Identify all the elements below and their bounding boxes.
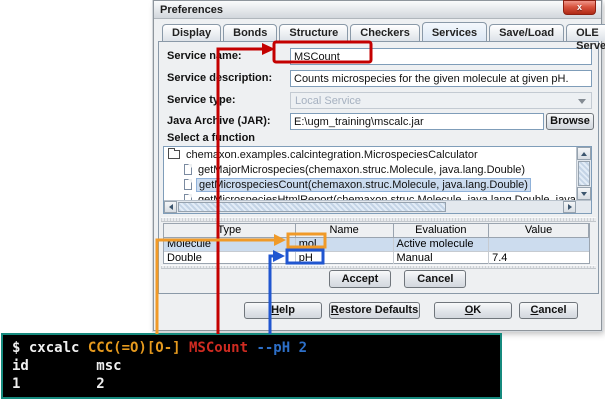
service-type-value: Local Service [295,95,361,107]
vertical-scrollbar[interactable] [576,147,591,200]
tab-bonds[interactable]: Bonds [223,24,277,41]
tree-item-getmicrospecieshtmlreport[interactable]: getMicrospeciesHtmlReport(chemaxon.struc… [164,192,576,200]
scroll-down-button[interactable] [577,187,591,200]
table-resize-grip[interactable] [161,265,596,269]
smiles-argument: CCC(=O)[O-] [88,340,181,356]
footer-cancel-button[interactable]: Cancel [519,302,578,319]
params-table-header: Type Name Evaluation Value [164,224,589,238]
scroll-down-icon [581,192,587,196]
table-row-double[interactable]: Double pH Manual 7.4 [164,251,589,264]
tab-checkers[interactable]: Checkers [350,24,420,41]
footer-button-row: Help Restore Defaults OK Cancel [154,302,601,320]
ph-name-cell: pH [296,252,394,264]
tree-item-getmajormicrospecies[interactable]: getMajorMicrospecies(chemaxon.struc.Mole… [164,162,576,177]
scroll-right-icon [568,204,572,210]
col-header-type[interactable]: Type [164,224,296,237]
close-icon: x [577,2,582,12]
service-description-label: Service description: [163,72,290,84]
tree-item-getmicrospeciescount[interactable]: getMicrospeciesCount(chemaxon.struc.Mole… [164,177,576,192]
browse-button[interactable]: Browse [546,113,594,130]
accept-row: Accept Cancel [178,270,605,289]
service-name-input[interactable]: MSCount [290,48,592,65]
service-type-label: Service type: [163,94,290,106]
function-list-viewport: chemaxon.examples.calcintegration.Micros… [164,147,576,200]
cancel-button[interactable]: Cancel [404,270,466,288]
ok-button[interactable]: OK [434,302,512,319]
scroll-left-icon [169,204,173,210]
jar-path-input[interactable]: E:\ugm_training\mscalc.jar [290,113,544,130]
col-header-name[interactable]: Name [296,224,394,237]
folder-icon [168,150,180,159]
services-tab-panel: Service name: MSCount Service descriptio… [158,41,599,294]
tab-display[interactable]: Display [162,24,221,41]
select-function-label: Select a function [167,132,255,144]
preferences-dialog: Preferences x Display Bonds Structure Ch… [153,0,602,331]
table-row-molecule[interactable]: Molecule mol Active molecule [164,238,589,251]
tree-item-root[interactable]: chemaxon.examples.calcintegration.Micros… [164,147,576,162]
tab-oleserver[interactable]: OLE Server [566,24,605,41]
dialog-titlebar[interactable]: Preferences x [154,1,601,19]
terminal-output-result: 1 2 [12,375,491,393]
tab-structure[interactable]: Structure [279,24,348,41]
horizontal-scrollbar[interactable] [164,200,591,213]
chevron-down-icon [578,99,586,104]
horizontal-scroll-thumb[interactable] [178,202,446,212]
params-table: Type Name Evaluation Value Molecule mol … [163,223,590,264]
terminal-window[interactable]: $ cxcalc CCC(=O)[O-] MSCount --pH 2 id m… [1,333,502,399]
scroll-left-button[interactable] [164,201,177,213]
service-argument: MSCount [181,340,257,356]
file-icon [184,164,192,175]
scroll-up-button[interactable] [577,147,591,160]
tab-saveload[interactable]: Save/Load [489,24,564,41]
file-icon [184,179,192,190]
mol-name-cell: mol [296,238,394,251]
scroll-up-icon [581,152,587,156]
col-header-value[interactable]: Value [489,224,589,237]
close-button[interactable]: x [563,0,596,15]
tab-bar: Display Bonds Structure Checkers Service… [162,24,605,41]
ph-option-argument: --pH 2 [256,340,307,356]
terminal-prompt: $ cxcalc [12,340,88,356]
terminal-output-header: id msc [12,357,491,375]
col-header-evaluation[interactable]: Evaluation [394,224,490,237]
scroll-right-button[interactable] [563,201,576,213]
function-list[interactable]: chemaxon.examples.calcintegration.Micros… [163,146,592,214]
window-title: Preferences [160,4,223,16]
splitter-divider[interactable] [161,217,596,222]
accept-button[interactable]: Accept [329,270,392,288]
vertical-scroll-thumb[interactable] [578,161,590,186]
help-button[interactable]: Help [244,302,322,319]
tab-services[interactable]: Services [422,22,487,41]
service-description-input[interactable]: Counts microspecies for the given molecu… [290,70,592,87]
restore-defaults-button[interactable]: Restore Defaults [329,302,420,319]
terminal-command-line: $ cxcalc CCC(=O)[O-] MSCount --pH 2 [12,339,491,357]
service-name-label: Service name: [163,50,290,62]
service-type-select[interactable]: Local Service [290,92,592,109]
jar-label: Java Archive (JAR): [163,115,290,127]
